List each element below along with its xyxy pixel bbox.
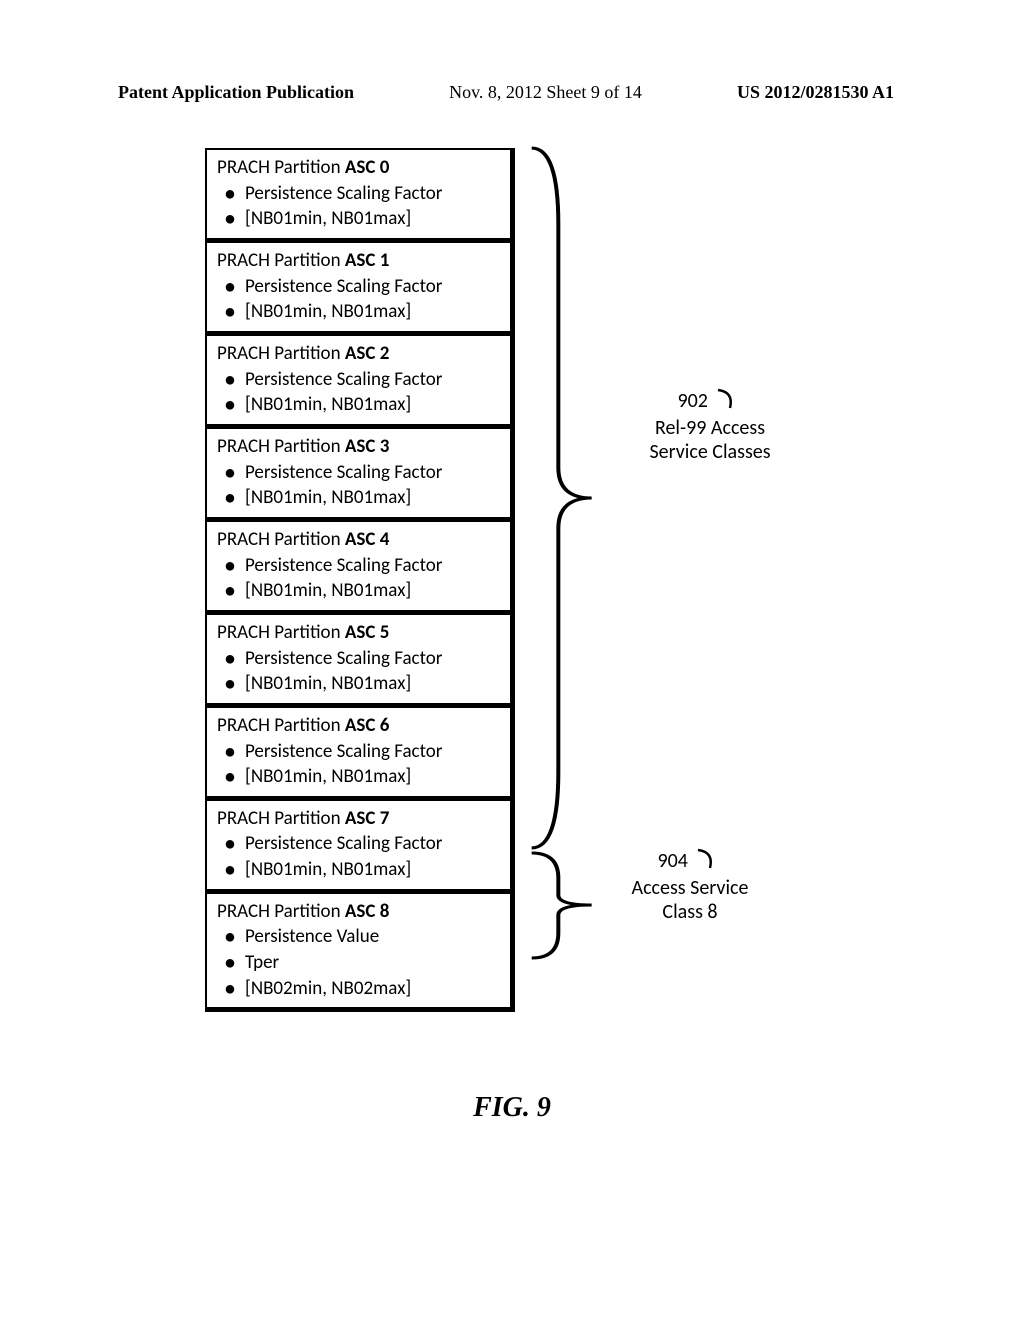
label-902-line1: Rel-99 Access bbox=[625, 416, 795, 440]
partition-bullet-item: [NB02min, NB02max] bbox=[221, 976, 500, 1002]
partition-title: PRACH Partition ASC 4 bbox=[217, 528, 500, 553]
partition-bullet-item: Tper bbox=[221, 950, 500, 976]
partition-bullet-list: Persistence Scaling Factor[NB01min, NB01… bbox=[221, 739, 500, 790]
partition-title: PRACH Partition ASC 7 bbox=[217, 807, 500, 832]
partition-bullet-item: Persistence Scaling Factor bbox=[221, 646, 500, 672]
partition-bullet-item: Persistence Scaling Factor bbox=[221, 181, 500, 207]
partition-title: PRACH Partition ASC 3 bbox=[217, 435, 500, 460]
partition-stack: PRACH Partition ASC 0Persistence Scaling… bbox=[205, 148, 515, 1012]
partition-asc-8: PRACH Partition ASC 8Persistence ValueTp… bbox=[205, 892, 515, 1013]
partition-bullet-list: Persistence Scaling Factor[NB01min, NB01… bbox=[221, 367, 500, 418]
partition-title: PRACH Partition ASC 2 bbox=[217, 342, 500, 367]
figure-caption: FIG. 9 bbox=[0, 1092, 1024, 1124]
partition-asc-6: PRACH Partition ASC 6Persistence Scaling… bbox=[205, 706, 515, 801]
partition-bullet-list: Persistence Scaling Factor[NB01min, NB01… bbox=[221, 460, 500, 511]
partition-bullet-item: [NB01min, NB01max] bbox=[221, 671, 500, 697]
partition-bullet-item: [NB01min, NB01max] bbox=[221, 764, 500, 790]
partition-title: PRACH Partition ASC 5 bbox=[217, 621, 500, 646]
callout-hook-icon bbox=[716, 388, 742, 416]
brace-902 bbox=[525, 143, 605, 853]
header-left: Patent Application Publication bbox=[118, 82, 354, 103]
partition-title: PRACH Partition ASC 0 bbox=[217, 156, 500, 181]
partition-bullet-item: [NB01min, NB01max] bbox=[221, 392, 500, 418]
label-902-group: 902 Rel-99 Access Service Classes bbox=[625, 388, 795, 464]
partition-bullet-item: [NB01min, NB01max] bbox=[221, 485, 500, 511]
partition-bullet-list: Persistence Scaling Factor[NB01min, NB01… bbox=[221, 646, 500, 697]
partition-bullet-item: Persistence Scaling Factor bbox=[221, 460, 500, 486]
partition-bullet-item: Persistence Scaling Factor bbox=[221, 274, 500, 300]
partition-bullet-list: Persistence Scaling Factor[NB01min, NB01… bbox=[221, 274, 500, 325]
partition-bullet-list: Persistence ValueTper[NB02min, NB02max] bbox=[221, 924, 500, 1001]
ref-num-902: 902 bbox=[678, 389, 708, 413]
partition-bullet-list: Persistence Scaling Factor[NB01min, NB01… bbox=[221, 553, 500, 604]
header-right: US 2012/0281530 A1 bbox=[737, 82, 894, 103]
header-center: Nov. 8, 2012 Sheet 9 of 14 bbox=[449, 82, 642, 103]
label-902-line2: Service Classes bbox=[625, 440, 795, 464]
partition-bullet-item: Persistence Value bbox=[221, 924, 500, 950]
partition-title: PRACH Partition ASC 1 bbox=[217, 249, 500, 274]
label-904-line2: Class 8 bbox=[600, 900, 780, 924]
label-904-line1: Access Service bbox=[600, 876, 780, 900]
partition-bullet-item: [NB01min, NB01max] bbox=[221, 578, 500, 604]
partition-bullet-item: [NB01min, NB01max] bbox=[221, 857, 500, 883]
callout-hook-icon bbox=[696, 848, 722, 876]
partition-bullet-item: Persistence Scaling Factor bbox=[221, 367, 500, 393]
figure-diagram: PRACH Partition ASC 0Persistence Scaling… bbox=[205, 148, 885, 1012]
partition-bullet-item: Persistence Scaling Factor bbox=[221, 553, 500, 579]
partition-asc-5: PRACH Partition ASC 5Persistence Scaling… bbox=[205, 613, 515, 708]
partition-bullet-item: Persistence Scaling Factor bbox=[221, 831, 500, 857]
partition-asc-3: PRACH Partition ASC 3Persistence Scaling… bbox=[205, 427, 515, 522]
partition-asc-1: PRACH Partition ASC 1Persistence Scaling… bbox=[205, 241, 515, 336]
partition-bullet-list: Persistence Scaling Factor[NB01min, NB01… bbox=[221, 181, 500, 232]
partition-asc-4: PRACH Partition ASC 4Persistence Scaling… bbox=[205, 520, 515, 615]
partition-title: PRACH Partition ASC 8 bbox=[217, 900, 500, 925]
ref-num-904: 904 bbox=[658, 849, 688, 873]
partition-asc-7: PRACH Partition ASC 7Persistence Scaling… bbox=[205, 799, 515, 894]
partition-bullet-item: [NB01min, NB01max] bbox=[221, 299, 500, 325]
partition-bullet-item: [NB01min, NB01max] bbox=[221, 206, 500, 232]
partition-asc-2: PRACH Partition ASC 2Persistence Scaling… bbox=[205, 334, 515, 429]
partition-bullet-item: Persistence Scaling Factor bbox=[221, 739, 500, 765]
brace-904 bbox=[525, 848, 605, 963]
page-header: Patent Application Publication Nov. 8, 2… bbox=[118, 82, 894, 103]
partition-bullet-list: Persistence Scaling Factor[NB01min, NB01… bbox=[221, 831, 500, 882]
partition-title: PRACH Partition ASC 6 bbox=[217, 714, 500, 739]
label-904-group: 904 Access Service Class 8 bbox=[600, 848, 780, 924]
partition-asc-0: PRACH Partition ASC 0Persistence Scaling… bbox=[205, 148, 515, 243]
